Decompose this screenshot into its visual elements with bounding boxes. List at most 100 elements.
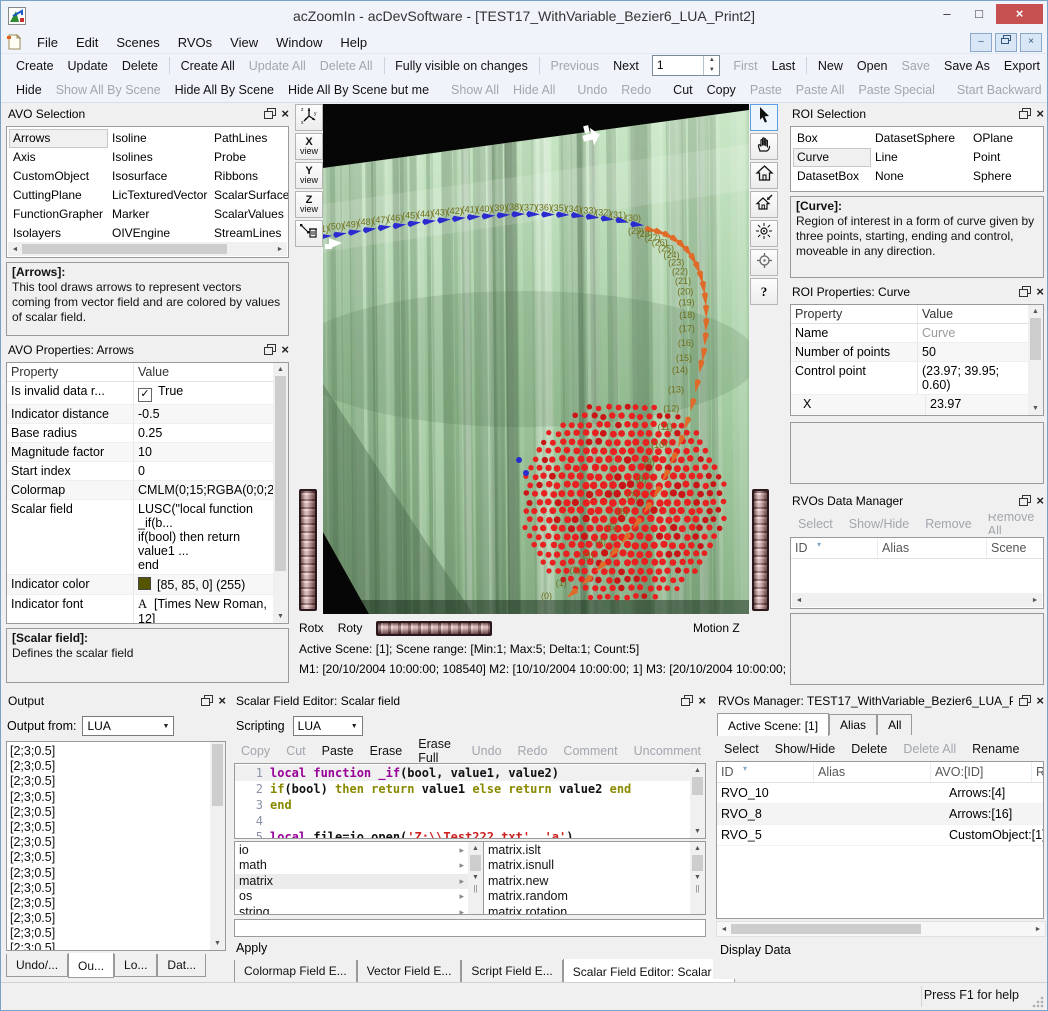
view-all-button[interactable] bbox=[750, 220, 778, 247]
module-item-math[interactable]: math▸ bbox=[235, 858, 468, 873]
roty-thumbwheel[interactable] bbox=[376, 621, 492, 636]
property-value[interactable]: LUSC("local function _if(b... if(bool) t… bbox=[134, 500, 273, 574]
expression-input[interactable] bbox=[234, 919, 706, 937]
column-header-alias[interactable]: Alias bbox=[814, 762, 931, 782]
tab-script-field-e-[interactable]: Script Field E... bbox=[461, 960, 562, 983]
close-icon[interactable]: × bbox=[281, 108, 289, 120]
toolbar-button-create-all[interactable]: Create All bbox=[174, 56, 242, 76]
function-item[interactable]: matrix.new bbox=[484, 874, 690, 889]
list-item-probe[interactable]: Probe bbox=[210, 148, 286, 167]
list-item-isolayers[interactable]: Isolayers bbox=[9, 224, 108, 243]
list-item-none[interactable]: None bbox=[871, 167, 969, 186]
code-line[interactable]: 2if(bool) then return value1 else return… bbox=[235, 781, 690, 797]
button-erase[interactable]: Erase bbox=[362, 742, 411, 760]
toolbar-button-new[interactable]: New bbox=[811, 56, 850, 76]
close-icon[interactable]: × bbox=[1036, 286, 1044, 298]
module-item-matrix[interactable]: matrix▸ bbox=[235, 874, 468, 889]
menu-item-help[interactable]: Help bbox=[331, 33, 376, 52]
toolbar-button-fully-visible-on-changes[interactable]: Fully visible on changes bbox=[388, 56, 535, 76]
avo-selection-hscrollbar[interactable]: ◄► bbox=[8, 242, 287, 256]
rvm-hscrollbar[interactable]: ◄► bbox=[716, 921, 1046, 937]
3d-viewport[interactable]: (51)(50)(49)(48)(47)(46)(45)(44)(43)(42)… bbox=[323, 104, 749, 614]
function-item[interactable]: matrix.rotation bbox=[484, 905, 690, 915]
list-item-customobject[interactable]: CustomObject bbox=[9, 167, 108, 186]
property-value[interactable]: CMLM(0;15;RGBA(0;0;255;... bbox=[134, 481, 273, 499]
column-header-id[interactable]: ID▾ bbox=[791, 538, 878, 558]
rvo-row-rvo_5[interactable]: RVO_5CustomObject:[1]None bbox=[717, 825, 1043, 846]
float-icon[interactable] bbox=[1019, 286, 1032, 298]
list-item-functiongrapher[interactable]: FunctionGrapher bbox=[9, 205, 108, 224]
property-row[interactable]: X23.97 bbox=[791, 395, 1028, 414]
rvo-row-rvo_8[interactable]: RVO_8Arrows:[16]Curve bbox=[717, 804, 1043, 825]
column-header-id[interactable]: ID▾ bbox=[717, 762, 814, 782]
avo-prop-vscrollbar[interactable]: ▲▼ bbox=[273, 363, 288, 623]
toolbar-button-last[interactable]: Last bbox=[765, 56, 803, 76]
list-item-streamlines[interactable]: StreamLines bbox=[210, 224, 286, 243]
button-paste[interactable]: Paste bbox=[314, 742, 362, 760]
rotx-label[interactable]: Rotx bbox=[299, 621, 324, 635]
menu-item-rvos[interactable]: RVOs bbox=[169, 33, 221, 52]
property-row[interactable]: Scalar fieldLUSC("local function _if(b..… bbox=[7, 500, 273, 575]
code-line[interactable]: 5local file=io.open('Z:\\Test222.txt', '… bbox=[235, 829, 690, 838]
column-header-roi[interactable]: ROI bbox=[1032, 762, 1044, 782]
measure-delete-button[interactable] bbox=[295, 220, 323, 247]
property-row[interactable]: Indicator color[85, 85, 0] (255) bbox=[7, 575, 273, 595]
function-list-vscrollbar[interactable]: ▲▼|| bbox=[690, 842, 705, 914]
close-icon[interactable]: × bbox=[1036, 695, 1044, 707]
tab-dat-[interactable]: Dat... bbox=[157, 954, 206, 977]
left-thumbwheel[interactable] bbox=[299, 489, 317, 611]
list-item-sphere[interactable]: Sphere bbox=[969, 167, 1039, 186]
minimize-button[interactable]: – bbox=[932, 4, 962, 24]
list-item-point[interactable]: Point bbox=[969, 148, 1039, 167]
list-item-ribbons[interactable]: Ribbons bbox=[210, 167, 286, 186]
property-row[interactable]: ColormapCMLM(0;15;RGBA(0;0;255;... bbox=[7, 481, 273, 500]
property-value[interactable]: A[Times New Roman, 12] bbox=[134, 595, 273, 623]
column-header-scene[interactable]: Scene bbox=[987, 538, 1044, 558]
button-select[interactable]: Select bbox=[716, 740, 767, 758]
property-row[interactable]: Is invalid data r...✓True bbox=[7, 382, 273, 405]
output-from-dropdown[interactable]: LUA▼ bbox=[82, 716, 174, 736]
code-line[interactable]: 3end bbox=[235, 797, 690, 813]
mdi-minimize-button[interactable]: – bbox=[970, 33, 992, 52]
tab-undo-[interactable]: Undo/... bbox=[6, 954, 68, 977]
code-line[interactable]: 1local function _if(bool, value1, value2… bbox=[235, 765, 690, 781]
home-set-button[interactable] bbox=[750, 191, 778, 218]
float-icon[interactable] bbox=[201, 695, 214, 707]
property-value[interactable]: (23.97; 39.95; 0.60) bbox=[918, 362, 1028, 394]
spin-up-icon[interactable]: ▲ bbox=[704, 56, 719, 66]
property-value[interactable]: [85, 85, 0] (255) bbox=[134, 575, 273, 594]
pointer-button[interactable] bbox=[750, 104, 778, 131]
display-data-button[interactable]: Display Data bbox=[720, 943, 791, 957]
float-icon[interactable] bbox=[1019, 108, 1032, 120]
list-item-oplane[interactable]: OPlane bbox=[969, 129, 1039, 148]
checkbox-icon[interactable]: ✓ bbox=[138, 388, 152, 402]
menu-item-window[interactable]: Window bbox=[267, 33, 331, 52]
toolbar-button-open[interactable]: Open bbox=[850, 56, 895, 76]
toolbar-button-create[interactable]: Create bbox=[9, 56, 61, 76]
menu-item-file[interactable]: File bbox=[28, 33, 67, 52]
x-view-button[interactable]: Xview bbox=[295, 133, 323, 160]
toolbar-button-copy[interactable]: Copy bbox=[700, 80, 743, 100]
list-item-box[interactable]: Box bbox=[793, 129, 871, 148]
toolbar-button-save-as[interactable]: Save As bbox=[937, 56, 997, 76]
toolbar-button-update[interactable]: Update bbox=[61, 56, 115, 76]
apply-button[interactable]: Apply bbox=[236, 941, 267, 955]
tab-vector-field-e-[interactable]: Vector Field E... bbox=[357, 960, 462, 983]
property-row[interactable]: Indicator fontA[Times New Roman, 12] bbox=[7, 595, 273, 623]
close-button[interactable]: × bbox=[996, 4, 1043, 24]
axes-button[interactable]: zxy bbox=[295, 104, 323, 131]
tab-colormap-field-e-[interactable]: Colormap Field E... bbox=[234, 960, 357, 983]
mdi-close-button[interactable]: × bbox=[1020, 33, 1042, 52]
menu-item-view[interactable]: View bbox=[221, 33, 267, 52]
roi-prop-vscrollbar[interactable]: ▲▼ bbox=[1028, 305, 1043, 415]
toolbar-button-hide[interactable]: Hide bbox=[9, 80, 49, 100]
function-item[interactable]: matrix.isnull bbox=[484, 858, 690, 873]
property-row[interactable]: Magnitude factor10 bbox=[7, 443, 273, 462]
list-item-lictexturedvector[interactable]: LicTexturedVector bbox=[108, 186, 210, 205]
close-icon[interactable]: × bbox=[698, 695, 706, 707]
close-icon[interactable]: × bbox=[281, 344, 289, 356]
scripting-dropdown[interactable]: LUA▼ bbox=[293, 716, 363, 736]
property-value[interactable]: -0.5 bbox=[134, 405, 273, 423]
list-item-isoline[interactable]: Isoline bbox=[108, 129, 210, 148]
float-icon[interactable] bbox=[1019, 495, 1032, 507]
